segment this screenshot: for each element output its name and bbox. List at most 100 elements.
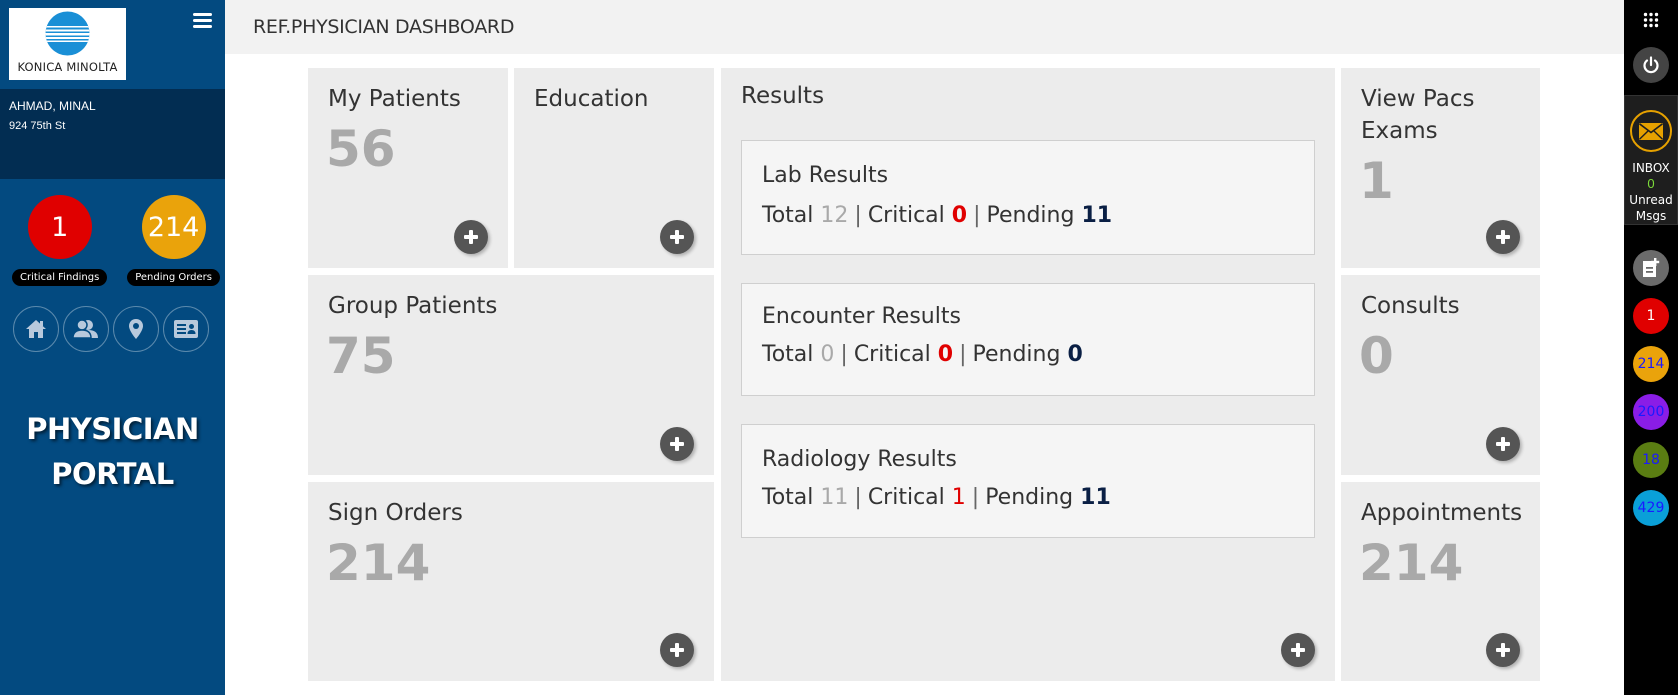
my-patients-add-button[interactable] xyxy=(454,220,488,254)
user-name: AHMAD, MINAL xyxy=(9,99,96,113)
consults-add-button[interactable] xyxy=(1486,427,1520,461)
id-card-button[interactable] xyxy=(163,306,209,352)
konica-minolta-logo[interactable]: KONICA MINOLTA xyxy=(9,8,126,80)
tile-title: View Pacs Exams xyxy=(1361,83,1474,147)
tile-title: Group Patients xyxy=(328,293,498,319)
home-button[interactable] xyxy=(13,306,59,352)
education-add-button[interactable] xyxy=(660,220,694,254)
critical-label: Critical xyxy=(867,485,945,510)
separator: | xyxy=(973,203,981,228)
right-badge-purple[interactable]: 200 xyxy=(1633,394,1669,430)
plus-icon xyxy=(464,230,478,244)
total-value: 0 xyxy=(820,342,835,367)
plus-icon xyxy=(1496,437,1510,451)
pending-value: 11 xyxy=(1081,203,1113,228)
right-badge-pending-orders[interactable]: 214 xyxy=(1633,346,1669,382)
tile-education[interactable]: Education xyxy=(514,68,714,268)
pending-value: 11 xyxy=(1080,485,1111,510)
right-badge-green[interactable]: 18 xyxy=(1633,442,1669,478)
app-root: KONICA MINOLTA AHMAD, MINAL 924 75th St … xyxy=(0,0,1680,695)
tile-appointments[interactable]: Appointments 214 xyxy=(1341,482,1540,681)
separator: | xyxy=(959,342,967,367)
total-value: 11 xyxy=(820,485,849,510)
results-panel: Results Lab Results Total 12 | Critical 0 |… xyxy=(721,68,1335,681)
critical-value: 0 xyxy=(951,203,968,228)
id-card-icon xyxy=(174,320,198,338)
encounter-results-card[interactable]: Encounter Results Total 0 | Critical 0 | Pen… xyxy=(741,283,1315,396)
tile-consults[interactable]: Consults 0 xyxy=(1341,275,1540,475)
power-button[interactable] xyxy=(1633,47,1669,83)
sidebar-nav xyxy=(0,286,225,352)
tile-value: 56 xyxy=(326,120,396,178)
pending-orders-label: Pending Orders xyxy=(127,269,220,286)
inbox-unread-count: 0 xyxy=(1647,176,1655,191)
tile-group-patients[interactable]: Group Patients 75 xyxy=(308,275,714,475)
globe-logo-icon xyxy=(45,11,90,56)
tile-sign-orders[interactable]: Sign Orders 214 xyxy=(308,482,714,681)
result-stats: Total 0 | Critical 0 | Pending 0 xyxy=(762,342,1083,367)
tile-value: 0 xyxy=(1359,327,1394,385)
tile-title-line1: View Pacs xyxy=(1361,86,1475,112)
page-title: REF.PHYSICIAN DASHBOARD xyxy=(253,16,515,38)
user-info: AHMAD, MINAL 924 75th St xyxy=(0,89,225,179)
results-add-button[interactable] xyxy=(1281,633,1315,667)
critical-value: 1 xyxy=(951,485,966,510)
location-button[interactable] xyxy=(113,306,159,352)
sign-orders-add-button[interactable] xyxy=(660,633,694,667)
right-badge-blue[interactable]: 429 xyxy=(1633,490,1669,526)
tile-title: My Patients xyxy=(328,86,461,112)
location-pin-icon xyxy=(129,319,143,339)
apps-grid-icon[interactable] xyxy=(1643,12,1659,33)
pending-label: Pending xyxy=(985,485,1074,510)
lab-results-card[interactable]: Lab Results Total 12 | Critical 0 | Pending … xyxy=(741,140,1315,255)
tile-title: Sign Orders xyxy=(328,500,463,526)
inbox-button[interactable]: INBOX 0 Unread Msgs xyxy=(1624,95,1678,225)
group-button[interactable] xyxy=(63,306,109,352)
result-stats: Total 11 | Critical 1 | Pending 11 xyxy=(762,485,1111,510)
pending-label: Pending xyxy=(972,342,1061,367)
appointments-add-button[interactable] xyxy=(1486,633,1520,667)
add-document-button[interactable] xyxy=(1633,250,1669,286)
tile-view-pacs-exams[interactable]: View Pacs Exams 1 xyxy=(1341,68,1540,268)
tile-title: Consults xyxy=(1361,293,1460,319)
result-name: Lab Results xyxy=(762,163,889,188)
total-value: 12 xyxy=(820,203,849,228)
pending-label: Pending xyxy=(986,203,1075,228)
separator: | xyxy=(854,203,862,228)
logo-row: KONICA MINOLTA xyxy=(0,0,225,89)
group-patients-add-button[interactable] xyxy=(660,427,694,461)
pending-orders-badge[interactable]: 214 Pending Orders xyxy=(127,195,220,286)
inbox-unread-label-2: Msgs xyxy=(1635,209,1667,223)
critical-findings-badge[interactable]: 1 Critical Findings xyxy=(12,195,108,286)
radiology-results-card[interactable]: Radiology Results Total 11 | Critical 1 | Pe… xyxy=(741,424,1315,538)
add-document-icon xyxy=(1643,258,1660,277)
result-stats: Total 12 | Critical 0 | Pending 11 xyxy=(762,203,1112,228)
pending-value: 0 xyxy=(1067,342,1083,367)
sidebar-badges: 1 Critical Findings 214 Pending Orders xyxy=(0,179,225,286)
plus-icon xyxy=(1496,643,1510,657)
inbox-unread-label-1: Unread xyxy=(1629,193,1673,207)
plus-icon xyxy=(670,230,684,244)
results-title: Results xyxy=(741,83,825,109)
critical-label: Critical xyxy=(853,342,931,367)
page-header: REF.PHYSICIAN DASHBOARD xyxy=(225,0,1624,54)
result-name: Encounter Results xyxy=(762,304,961,329)
tile-value: 75 xyxy=(326,327,396,385)
inbox-label: INBOX xyxy=(1632,161,1670,175)
user-address: 924 75th St xyxy=(9,120,66,132)
plus-icon xyxy=(1496,230,1510,244)
envelope-icon xyxy=(1630,110,1672,152)
tile-value: 1 xyxy=(1359,152,1394,210)
tile-my-patients[interactable]: My Patients 56 xyxy=(308,68,508,268)
critical-findings-label: Critical Findings xyxy=(12,269,108,286)
pending-orders-count[interactable]: 214 xyxy=(141,195,206,259)
hamburger-menu-icon[interactable] xyxy=(193,13,212,29)
view-pacs-add-button[interactable] xyxy=(1486,220,1520,254)
portal-title-line1: PHYSICIAN xyxy=(26,412,199,446)
result-name: Radiology Results xyxy=(762,447,957,472)
plus-icon xyxy=(670,643,684,657)
tile-value: 214 xyxy=(326,534,431,592)
critical-findings-count[interactable]: 1 xyxy=(27,195,92,259)
right-badge-critical[interactable]: 1 xyxy=(1633,298,1669,334)
separator: | xyxy=(971,485,980,510)
